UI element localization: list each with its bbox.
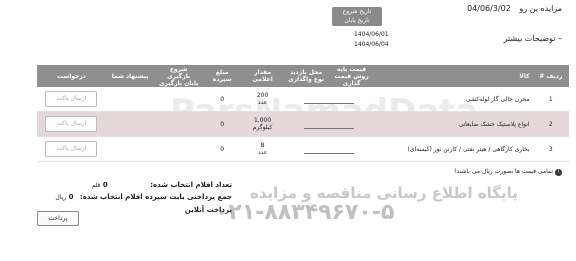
row-price-field bbox=[283, 87, 375, 112]
watermark-phone: ۰۲۱-۸۸۳۴۹۶۷۰-۵ bbox=[215, 200, 395, 225]
row-deposit: 0 bbox=[202, 136, 242, 162]
row-deposit: 0 bbox=[202, 87, 242, 112]
deposit-total-value: 0 bbox=[68, 193, 74, 201]
row-offer bbox=[105, 136, 155, 162]
col-your-offer: پیشنهاد شما bbox=[105, 65, 155, 87]
row-action: ارسال پاکت bbox=[37, 87, 106, 112]
table-header-row: ردیف # کالا قیمت پایه روش قیمت گذاری محل … bbox=[37, 65, 569, 87]
start-date-value: 1404/06/01 bbox=[354, 31, 389, 38]
row-quantity: 8 عدد bbox=[241, 136, 284, 162]
selected-count-value: 0 bbox=[102, 181, 108, 189]
selected-count-unit: قلم bbox=[91, 182, 101, 189]
row-offer bbox=[105, 111, 155, 137]
row-action: ارسال پاکت bbox=[37, 111, 106, 137]
more-details-label: توضیحات بیشتر bbox=[503, 34, 556, 43]
currency-note-text: تمامی قیمت ها بصورت ریال می باشند! bbox=[454, 168, 554, 175]
table-row: 3 بخاری کارگاهی / هیتر نفتی / کارتن نور … bbox=[37, 136, 569, 162]
col-quantity: مقدار اعلامی bbox=[241, 65, 284, 87]
row-price-field bbox=[283, 136, 375, 162]
col-request: درخواست bbox=[37, 65, 106, 87]
row-item-name: انواع پلاستیک خشک ضایعاتی bbox=[374, 111, 533, 137]
col-visit-place: محل بازدید نوع واگذاری bbox=[283, 65, 329, 87]
auction-end-date: 04/06/3/02 bbox=[467, 4, 511, 13]
col-index: ردیف # bbox=[532, 65, 569, 87]
pay-button[interactable]: پرداخت bbox=[37, 211, 79, 226]
watermark-site-line: پایگاه اطلاع رسانی مناقصه و مزایده bbox=[250, 184, 518, 202]
row-deposit: 0 bbox=[202, 111, 242, 137]
start-date-label: تاریخ شروع bbox=[342, 8, 372, 15]
deposit-total-unit: ریال bbox=[55, 194, 67, 201]
send-envelope-button[interactable]: ارسال پاکت bbox=[45, 91, 98, 107]
table-row: 1 مخزن خالی گاز لوله‌کشی 200 عدد 0 ارسال … bbox=[37, 87, 569, 112]
table-row: 2 انواع پلاستیک خشک ضایعاتی 1,000 کیلوگرم… bbox=[37, 111, 569, 137]
row-item-name: مخزن خالی گاز لوله‌کشی bbox=[374, 87, 533, 112]
more-details-link[interactable]: – توضیحات بیشتر bbox=[504, 34, 562, 43]
auction-label: مزایده بن رو bbox=[519, 4, 562, 13]
auction-title-row: مزایده بن رو 04/06/3/02 bbox=[467, 4, 562, 13]
col-item: کالا bbox=[374, 65, 533, 87]
row-pickup bbox=[154, 111, 203, 137]
end-date-label: تاریخ پایان bbox=[344, 17, 370, 24]
send-envelope-button[interactable]: ارسال پاکت bbox=[45, 116, 98, 132]
end-date-value: 1404/06/04 bbox=[354, 41, 389, 48]
info-icon: i bbox=[555, 169, 562, 176]
deposit-total: جمع پرداختی بابت سپرده اقلام انتخاب شده:… bbox=[55, 193, 232, 201]
row-quantity: 200 عدد bbox=[241, 87, 284, 112]
date-labels-box: تاریخ شروع تاریخ پایان bbox=[332, 7, 382, 26]
row-action: ارسال پاکت bbox=[37, 136, 106, 162]
col-base-price: قیمت پایه روش قیمت گذاری bbox=[328, 65, 375, 87]
row-index: 3 bbox=[532, 136, 569, 162]
row-price-field bbox=[283, 111, 375, 137]
selected-count: تعداد اقلام انتخاب شده: 0 قلم bbox=[91, 181, 232, 189]
expand-icon: – bbox=[558, 34, 562, 43]
currency-note: i تمامی قیمت ها بصورت ریال می باشند! bbox=[454, 168, 562, 176]
items-table: ردیف # کالا قیمت پایه روش قیمت گذاری محل … bbox=[37, 65, 569, 162]
row-index: 1 bbox=[532, 87, 569, 112]
row-pickup bbox=[154, 87, 203, 112]
online-payment-label: پرداخت آنلاین bbox=[184, 206, 232, 214]
row-index: 2 bbox=[532, 111, 569, 137]
col-deposit: مبلغ سپرده bbox=[202, 65, 242, 87]
row-offer bbox=[105, 87, 155, 112]
row-quantity: 1,000 کیلوگرم bbox=[241, 111, 284, 137]
send-envelope-button[interactable]: ارسال پاکت bbox=[45, 141, 98, 157]
row-item-name: بخاری کارگاهی / هیتر نفتی / کارتن نور (ک… bbox=[374, 136, 533, 162]
row-pickup bbox=[154, 136, 203, 162]
col-pickup: شروع بازگیری پایان بازگیری bbox=[154, 65, 203, 87]
